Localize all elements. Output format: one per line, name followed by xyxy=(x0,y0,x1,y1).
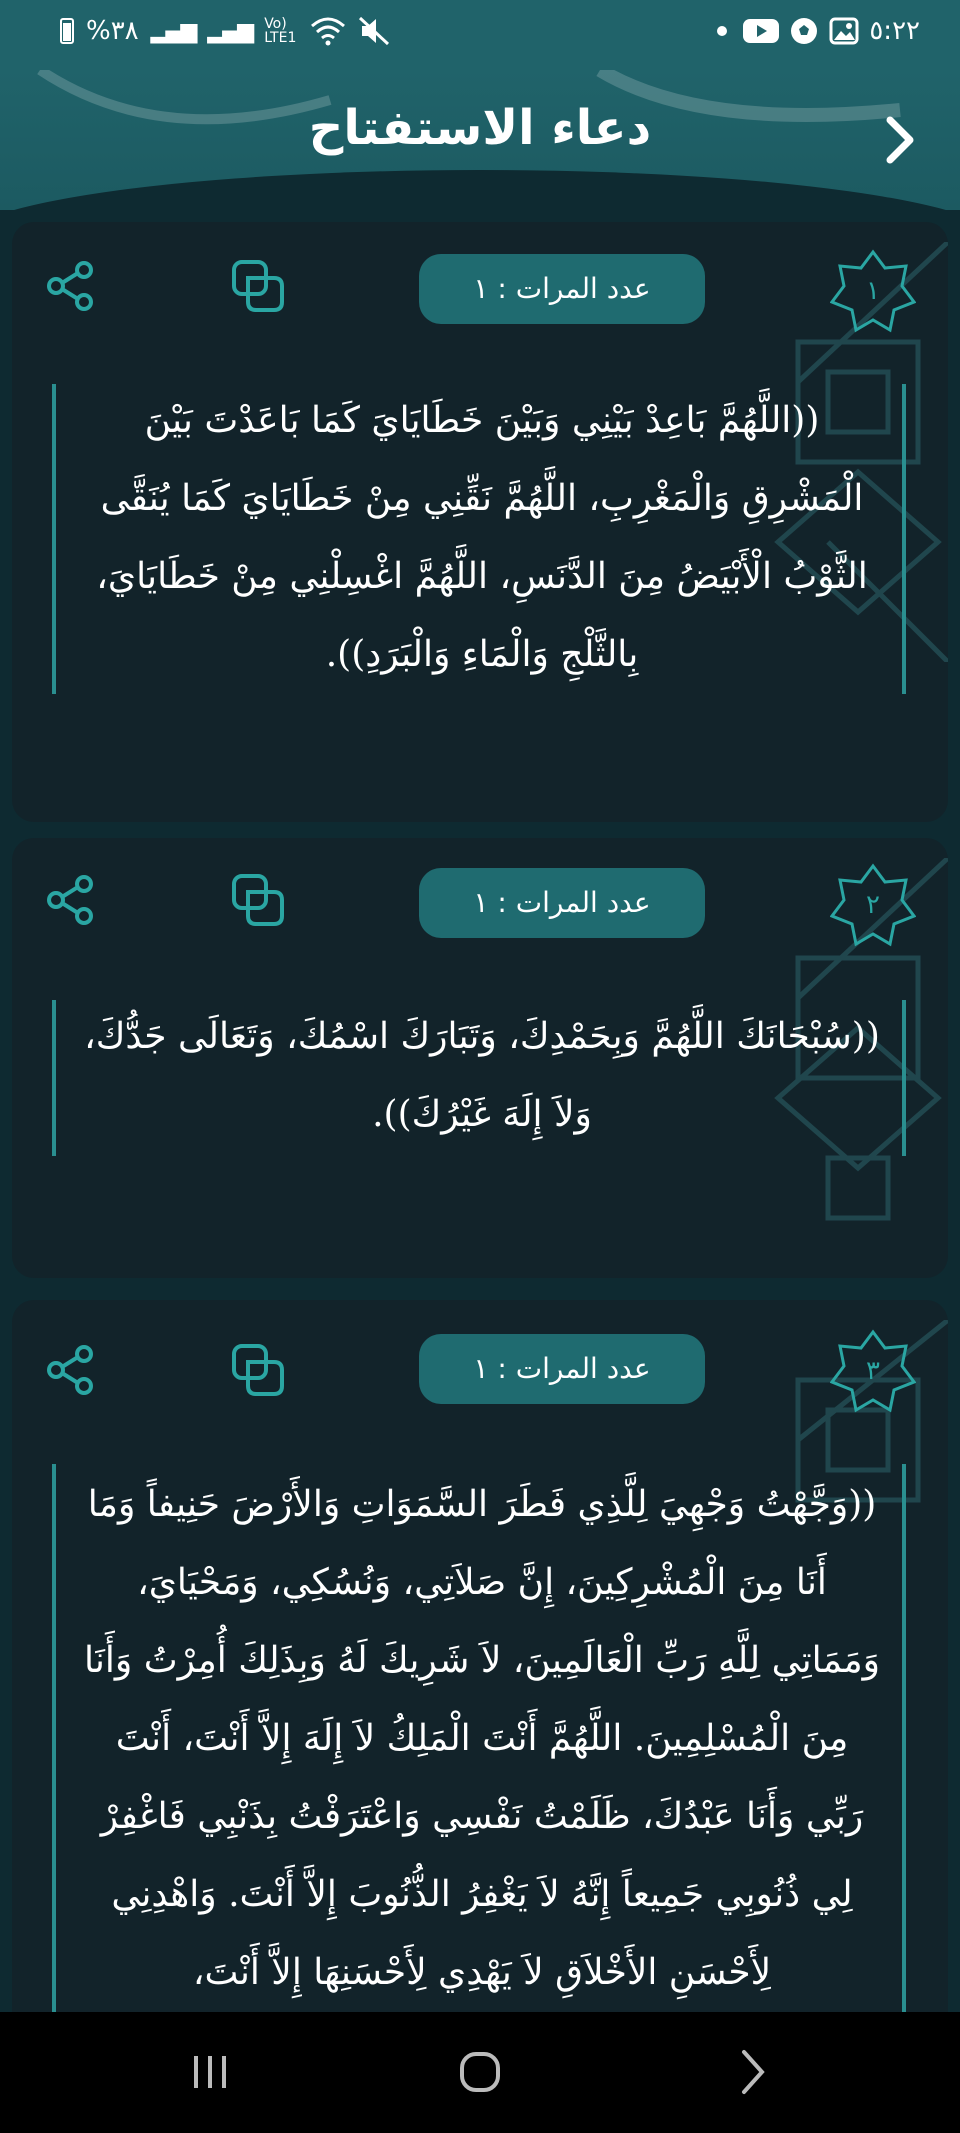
number-badge: ٢ xyxy=(830,862,916,948)
app-header: دعاء الاستفتاح xyxy=(0,70,960,210)
wifi-icon xyxy=(311,17,346,46)
number-badge: ٣ xyxy=(830,1328,916,1414)
battery-percent: %٣٨ xyxy=(86,16,139,46)
football-icon xyxy=(791,18,818,44)
number-badge: ١ xyxy=(830,248,916,334)
left-border-line xyxy=(52,1464,56,2060)
right-border-line xyxy=(902,384,906,694)
left-border-line xyxy=(52,1000,56,1156)
repeat-count-badge: عدد المرات : ١ xyxy=(419,1334,705,1404)
dua-card: عدد المرات : ١ ٢ ((سُبْحَانَكَ اللَّهُمَ… xyxy=(12,838,948,1278)
dot-icon xyxy=(717,26,728,36)
copy-icon[interactable] xyxy=(230,872,286,928)
dua-card: عدد المرات : ١ ٣ ((وَجَّهْتُ وَجْهِيَ لِ… xyxy=(12,1300,948,2060)
home-button[interactable] xyxy=(440,2042,520,2102)
signal-icon-2: ▂▄▆ xyxy=(207,18,254,44)
clock: ٥:٢٢ xyxy=(869,16,920,46)
dua-text: ((اللَّهُمَّ بَاعِدْ بَيْنِي وَبَيْنَ خَ… xyxy=(96,400,868,675)
gallery-icon xyxy=(829,17,859,45)
dua-number: ٣ xyxy=(866,1356,880,1386)
share-icon[interactable] xyxy=(42,258,98,314)
right-border-line xyxy=(902,1464,906,2060)
dua-text: ((سُبْحَانَكَ اللَّهُمَّ وَبِحَمْدِكَ، و… xyxy=(84,1016,880,1135)
share-icon[interactable] xyxy=(42,1342,98,1398)
status-right: ٥:٢٢ xyxy=(717,16,920,46)
recent-apps-button[interactable] xyxy=(170,2042,250,2102)
signal-icon: ▂▄▆ xyxy=(150,18,198,44)
back-button[interactable] xyxy=(870,110,930,170)
dua-text: ((وَجَّهْتُ وَجْهِيَ لِلَّذِي فَطَرَ الس… xyxy=(83,1484,881,1993)
system-nav-bar xyxy=(0,2012,960,2133)
battery-icon xyxy=(60,18,74,44)
dua-number: ٢ xyxy=(866,890,880,920)
back-nav-button[interactable] xyxy=(710,2042,790,2102)
network-label: Vo) LTE1 xyxy=(264,16,297,46)
dua-card: عدد المرات : ١ ١ ((اللَّهُمَّ بَاعِدْ بَ… xyxy=(12,222,948,822)
youtube-icon xyxy=(743,19,780,43)
share-icon[interactable] xyxy=(42,872,98,928)
mute-icon xyxy=(359,16,390,46)
status-left: %٣٨ ▂▄▆ ▂▄▆ Vo) LTE1 xyxy=(60,16,390,46)
chevron-right-icon xyxy=(886,116,914,164)
dua-number: ١ xyxy=(866,276,880,306)
repeat-count-badge: عدد المرات : ١ xyxy=(419,868,705,938)
status-bar: %٣٨ ▂▄▆ ▂▄▆ Vo) LTE1 ٥:٢٢ xyxy=(0,0,960,70)
copy-icon[interactable] xyxy=(230,258,286,314)
page-title: دعاء الاستفتاح xyxy=(308,100,652,156)
repeat-count-badge: عدد المرات : ١ xyxy=(419,254,705,324)
right-border-line xyxy=(902,1000,906,1156)
copy-icon[interactable] xyxy=(230,1342,286,1398)
left-border-line xyxy=(52,384,56,694)
